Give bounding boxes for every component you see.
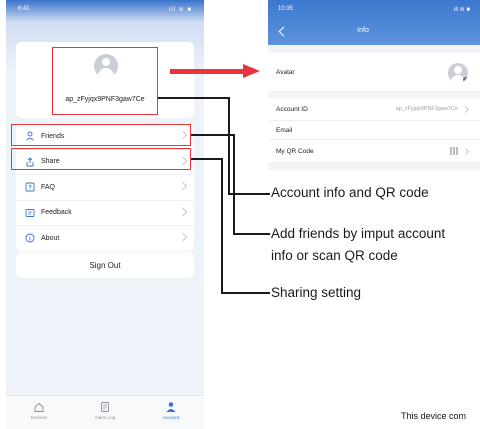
row-label: Account ID <box>276 105 308 113</box>
callout-line-share <box>191 158 222 160</box>
log-icon <box>101 402 109 412</box>
page-title: Info <box>357 27 369 34</box>
tab-label: Devices <box>30 415 47 420</box>
callout-line-friends <box>233 134 235 234</box>
chevron-right-icon <box>178 232 188 242</box>
arrow-shaft <box>170 69 244 74</box>
faq-icon <box>25 182 35 192</box>
callout-line-account <box>228 97 230 194</box>
row-email[interactable]: Email <box>268 121 480 140</box>
row-qr-code[interactable]: My QR Code <box>268 140 480 163</box>
status-bar: 10:35 ıll ≋ ■ <box>268 0 480 18</box>
tab-devices[interactable]: Devices <box>14 401 64 420</box>
profile-highlight-box <box>52 47 158 115</box>
menu-item-about[interactable]: About <box>16 226 194 251</box>
menu-item-label: Feedback <box>41 209 72 217</box>
annotation-account-info: Account info and QR code <box>271 185 429 200</box>
callout-line-friends <box>191 134 234 136</box>
account-icon <box>166 402 176 412</box>
row-account-id[interactable]: Account ID ap_zFyjqx9PNF3gaw7Ce <box>268 98 480 121</box>
status-bar: 6:41 ıll ≋ ■ <box>6 0 204 18</box>
account-id-value: ap_zFyjqx9PNF3gaw7Ce <box>395 106 458 112</box>
row-label: My QR Code <box>276 147 314 155</box>
tab-alarm-log[interactable]: Alarm Log <box>80 401 130 420</box>
tab-label: Account <box>162 415 180 420</box>
info-screen: 10:35 ıll ≋ ■ Info Avatar Account ID ap_… <box>268 0 480 170</box>
status-indicators: ıll ≋ ■ <box>453 6 470 13</box>
chevron-right-icon <box>461 147 470 155</box>
status-time: 6:41 <box>18 6 30 12</box>
home-icon <box>34 402 44 412</box>
nav-bar: 10:35 ıll ≋ ■ Info <box>268 0 480 45</box>
status-time: 10:35 <box>278 6 294 12</box>
footnote-text: This device com <box>401 411 467 421</box>
row-label: Email <box>276 126 293 134</box>
annotation-add-friends-2: info or scan QR code <box>271 248 398 263</box>
callout-line-account <box>158 97 229 99</box>
chevron-right-icon <box>178 207 188 216</box>
chevron-right-icon <box>178 181 188 191</box>
menu-item-label: FAQ <box>41 183 56 191</box>
share-highlight-box <box>11 148 191 170</box>
tab-account[interactable]: Account <box>146 401 196 420</box>
annotation-sharing: Sharing setting <box>271 285 362 300</box>
info-icon <box>25 233 35 243</box>
chevron-right-icon <box>461 105 470 113</box>
row-label: Avatar <box>276 68 295 76</box>
menu-item-feedback[interactable]: Feedback <box>16 201 194 226</box>
tab-bar: Devices Alarm Log Account <box>6 395 204 429</box>
status-indicators: ıll ≋ ■ <box>168 6 192 13</box>
menu-item-faq[interactable]: FAQ <box>16 175 194 201</box>
friends-highlight-box <box>11 124 191 146</box>
annotation-add-friends: Add friends by imput account <box>271 226 446 241</box>
row-avatar[interactable]: Avatar <box>268 53 480 92</box>
sign-out-button[interactable]: Sign Out <box>16 252 194 278</box>
feedback-icon <box>25 208 35 218</box>
callout-line-friends <box>233 233 270 235</box>
arrow-right-icon <box>243 64 260 78</box>
tab-label: Alarm Log <box>94 415 116 420</box>
callout-line-share <box>221 292 270 294</box>
menu-item-label: About <box>41 234 60 242</box>
avatar <box>448 63 468 83</box>
qr-code-icon <box>450 147 458 155</box>
callout-line-share <box>221 158 223 293</box>
